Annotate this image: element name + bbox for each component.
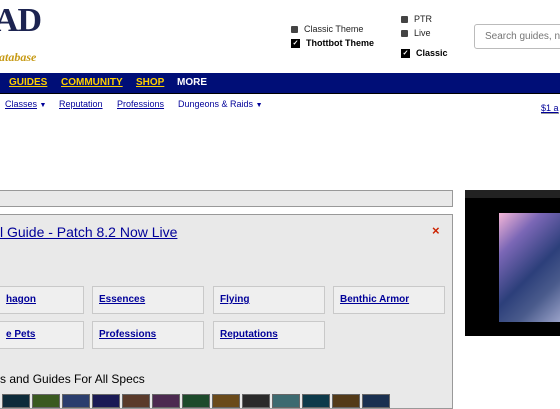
subnav-label: Classes [5,99,38,109]
subnav-dungeons-raids[interactable]: Dungeons & Raids ▼ [178,99,263,109]
spec-icon[interactable] [182,394,210,408]
subnav-professions[interactable]: Professions [117,99,164,109]
live-option[interactable]: Live [401,28,431,38]
top-bar [0,190,453,207]
option-label: Live [414,28,431,38]
spec-icon[interactable] [32,394,60,408]
nav-community[interactable]: COMMUNITY [61,77,123,88]
option-label: Thottbot Theme [306,38,374,48]
logo-text: AD [0,2,42,39]
classic-option[interactable]: ✓ Classic [401,48,448,58]
promo-link[interactable]: $1 a [541,103,559,114]
thottbot-theme-option[interactable]: ✓ Thottbot Theme [291,38,374,48]
specs-heading: s and Guides For All Specs [0,372,145,386]
spec-icon[interactable] [122,394,150,408]
spec-icon[interactable] [242,394,270,408]
tile-professions[interactable]: Professions [92,321,204,349]
panel-title-link[interactable]: l Guide - Patch 8.2 Now Live [0,224,177,240]
subnav-classes[interactable]: Classes ▼ [5,99,46,109]
ptr-option[interactable]: PTR [401,14,432,24]
main-nav: GUIDES COMMUNITY SHOP MORE [0,73,560,94]
tile-benthic-armor[interactable]: Benthic Armor [333,286,445,314]
spec-icon[interactable] [62,394,90,408]
site-logo[interactable]: AD atabase [0,2,80,66]
spec-icon[interactable] [302,394,330,408]
tile-reputations[interactable]: Reputations [213,321,325,349]
spec-icon[interactable] [212,394,240,408]
tile-flying[interactable]: Flying [213,286,325,314]
video-thumbnail[interactable] [499,213,560,322]
tile-essences[interactable]: Essences [92,286,204,314]
unchecked-box-icon [401,29,408,37]
checked-box-icon: ✓ [291,38,300,48]
unchecked-box-icon [291,25,298,33]
nav-shop[interactable]: SHOP [136,77,164,88]
nav-guides[interactable]: GUIDES [9,77,47,88]
spec-icon[interactable] [272,394,300,408]
tile-pets[interactable]: e Pets [0,321,84,349]
sub-nav: Classes ▼ Reputation Professions Dungeon… [0,94,560,114]
spec-icon[interactable] [2,394,30,408]
unchecked-box-icon [401,15,408,23]
subnav-reputation[interactable]: Reputation [59,99,103,109]
subnav-label: Dungeons & Raids [178,99,254,109]
logo-subtext: atabase [0,50,37,64]
search-input[interactable] [474,24,560,49]
close-icon[interactable]: × [432,223,440,238]
video-header [465,190,560,198]
spec-icon[interactable] [92,394,120,408]
spec-icon[interactable] [152,394,180,408]
option-label: Classic Theme [304,24,364,34]
classic-theme-option[interactable]: Classic Theme [291,24,363,34]
caret-down-icon: ▼ [39,102,47,109]
option-label: Classic [416,48,448,58]
spec-icon[interactable] [362,394,390,408]
tile-hagon[interactable]: hagon [0,286,84,314]
spec-icon[interactable] [332,394,360,408]
nav-more[interactable]: MORE [177,77,207,88]
caret-down-icon: ▼ [255,102,263,109]
checked-box-icon: ✓ [401,48,410,58]
option-label: PTR [414,14,432,24]
